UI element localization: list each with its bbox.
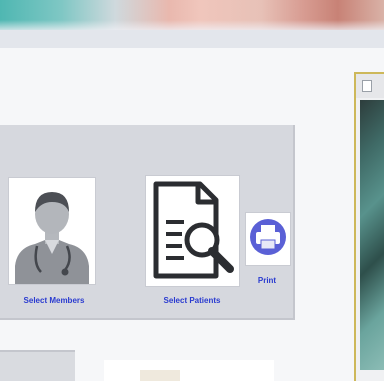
document-icon bbox=[362, 80, 372, 92]
app-header-band bbox=[0, 30, 384, 48]
document-search-icon bbox=[146, 176, 239, 286]
printer-icon bbox=[246, 213, 290, 265]
select-members-button[interactable] bbox=[8, 177, 96, 285]
bottom-left-panel bbox=[0, 350, 75, 381]
doctor-avatar-icon bbox=[9, 178, 95, 284]
select-patients-label[interactable]: Select Patients bbox=[142, 296, 242, 305]
print-button[interactable] bbox=[245, 212, 291, 266]
select-members-label[interactable]: Select Members bbox=[8, 296, 100, 305]
select-patients-button[interactable] bbox=[145, 175, 240, 287]
app-screen: Select Members Select Patients Print bbox=[0, 0, 384, 381]
bottom-center-panel bbox=[104, 360, 274, 381]
side-window-image bbox=[360, 100, 384, 370]
bottom-small-element bbox=[140, 370, 180, 381]
print-label[interactable]: Print bbox=[244, 276, 290, 285]
